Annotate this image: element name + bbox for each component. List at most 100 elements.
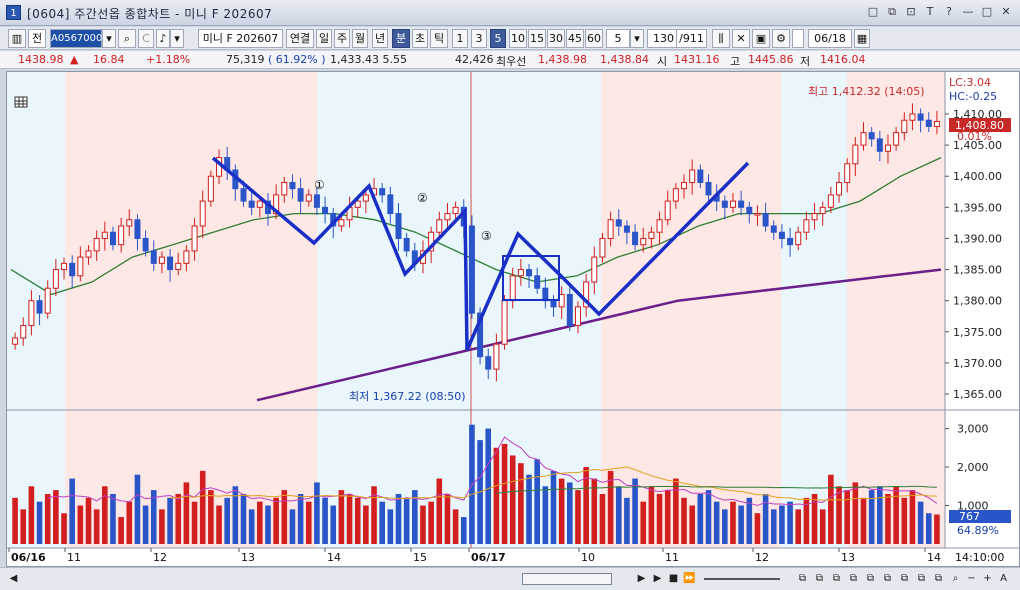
date-input[interactable]: 06/18 — [808, 29, 852, 48]
speed-slider[interactable] — [704, 578, 780, 580]
volume-tick-label: 1,000 — [957, 500, 989, 513]
volume-bar — [273, 497, 279, 544]
window8-icon[interactable]: ⧉ — [914, 571, 929, 586]
fast-forward-icon[interactable]: ⏩ — [682, 571, 697, 586]
count-input[interactable]: 130 — [647, 29, 677, 48]
interval-60[interactable]: 60 — [585, 29, 603, 48]
indicator-icon[interactable] — [14, 96, 28, 108]
chart-menu-icon[interactable]: ▥ — [8, 29, 26, 48]
scroll-right-icon[interactable]: ▶ — [634, 571, 649, 586]
volume-bar — [819, 509, 826, 544]
volume-bar — [493, 447, 500, 544]
price-tick-label: 1,370.00 — [953, 357, 1002, 370]
current-price: 1438.98 — [18, 53, 64, 66]
window9-icon[interactable]: ⧉ — [931, 571, 946, 586]
volume-bar — [322, 497, 328, 544]
window4-icon[interactable]: ⧉ — [846, 571, 861, 586]
stop-icon[interactable]: ■ — [666, 571, 681, 586]
period-week[interactable]: 주 — [334, 29, 350, 48]
volume-bar — [354, 497, 361, 544]
volume-bar — [452, 509, 459, 544]
sound-dropdown-icon[interactable]: ▾ — [170, 29, 184, 48]
maximize-icon[interactable]: □ — [979, 4, 995, 20]
period-second[interactable]: 초 — [412, 29, 428, 48]
zoom-in-icon[interactable]: + — [980, 571, 995, 586]
window2-icon[interactable]: ⧉ — [812, 571, 827, 586]
interval-45[interactable]: 45 — [566, 29, 584, 48]
volume-bar — [183, 482, 190, 544]
layout-icon[interactable]: □ — [865, 4, 881, 20]
period-day[interactable]: 일 — [316, 29, 332, 48]
period-year[interactable]: 년 — [372, 29, 388, 48]
sound-icon[interactable]: ♪ — [156, 29, 170, 48]
volume-bar — [403, 497, 410, 544]
symbol-name[interactable]: 미니 F 202607 — [198, 29, 283, 48]
interval-dropdown-icon[interactable]: ▾ — [630, 29, 644, 48]
font-icon[interactable]: T — [922, 4, 938, 20]
calendar-icon[interactable]: ▦ — [854, 29, 870, 48]
window-title: [0604] 주간선옵 종합차트 - 미니 F 202607 — [27, 7, 273, 21]
high-price: 1445.86 — [748, 53, 794, 66]
volume-bar — [664, 490, 671, 544]
volume-bar — [828, 474, 834, 544]
window5-icon[interactable]: ⧉ — [863, 571, 878, 586]
volume-bar — [208, 490, 214, 544]
interval-select[interactable]: 5 — [606, 29, 630, 48]
volume-bar — [705, 490, 712, 544]
volume-bar — [624, 497, 630, 544]
save-icon[interactable]: ▣ — [752, 29, 770, 48]
price-chart[interactable]: ① ② ③ 최고 1,412.32 (14:05) 최저 1,367.22 (0… — [7, 72, 1019, 566]
wave-label-2: ② — [417, 191, 428, 205]
tile-icon[interactable]: ⧉ — [884, 4, 900, 20]
volume-bar — [142, 505, 149, 544]
tool-icon[interactable]: ✕ — [732, 29, 750, 48]
chart-area[interactable]: ① ② ③ 최고 1,412.32 (14:05) 최저 1,367.22 (0… — [6, 71, 1020, 567]
volume-bar — [257, 501, 263, 544]
continuous-button[interactable]: 연결 — [286, 29, 314, 48]
window7-icon[interactable]: ⧉ — [897, 571, 912, 586]
window6-icon[interactable]: ⧉ — [880, 571, 895, 586]
period-minute[interactable]: 분 — [392, 29, 410, 48]
window3-icon[interactable]: ⧉ — [829, 571, 844, 586]
volume-bar — [632, 478, 638, 544]
interval-5[interactable]: 5 — [490, 29, 506, 48]
search-icon[interactable]: ⌕ — [118, 29, 136, 48]
minimize-icon[interactable]: — — [960, 4, 976, 20]
volume-bar — [877, 486, 883, 544]
period-tick[interactable]: 틱 — [430, 29, 448, 48]
auto-scale-icon[interactable]: A — [996, 571, 1011, 586]
candle-icon[interactable]: ⫼ — [712, 29, 730, 48]
close-icon[interactable]: ✕ — [998, 4, 1014, 20]
window1-icon[interactable]: ⧉ — [795, 571, 810, 586]
scroll-thumb[interactable] — [522, 573, 612, 585]
volume-bar — [53, 490, 59, 544]
candle — [207, 170, 214, 207]
code-dropdown-icon[interactable]: ▾ — [102, 29, 116, 48]
volume-bar — [460, 517, 467, 544]
zoom-search-icon[interactable]: ⌕ — [948, 571, 963, 586]
period-month[interactable]: 월 — [352, 29, 368, 48]
volume-bar — [338, 490, 345, 544]
volume-bar — [167, 497, 173, 544]
interval-10[interactable]: 10 — [509, 29, 527, 48]
code-input[interactable]: A0567000 — [50, 29, 102, 48]
all-button[interactable]: 전 — [28, 29, 46, 48]
quote-bar: 1438.98 ▲ 16.84 +1.18% 75,319 ( 61.92% )… — [0, 51, 1020, 69]
play-icon[interactable]: ▶ — [650, 571, 665, 586]
date-checkbox[interactable] — [792, 29, 804, 48]
help-icon[interactable]: ? — [941, 4, 957, 20]
scroll-left-icon[interactable]: ◀ — [6, 571, 21, 586]
interval-1[interactable]: 1 — [452, 29, 468, 48]
window-icon[interactable]: 1 — [6, 5, 21, 20]
interval-3[interactable]: 3 — [471, 29, 487, 48]
high-label: 고 — [730, 55, 741, 68]
compare-icon[interactable]: C — [138, 29, 154, 48]
best-label: 최우선 — [496, 55, 527, 68]
volume-bar — [346, 493, 353, 544]
interval-30[interactable]: 30 — [547, 29, 565, 48]
volume-bar — [436, 478, 443, 544]
link-icon[interactable]: ⊡ — [903, 4, 919, 20]
zoom-out-icon[interactable]: − — [964, 571, 979, 586]
gear-icon[interactable]: ⚙ — [772, 29, 790, 48]
interval-15[interactable]: 15 — [528, 29, 546, 48]
